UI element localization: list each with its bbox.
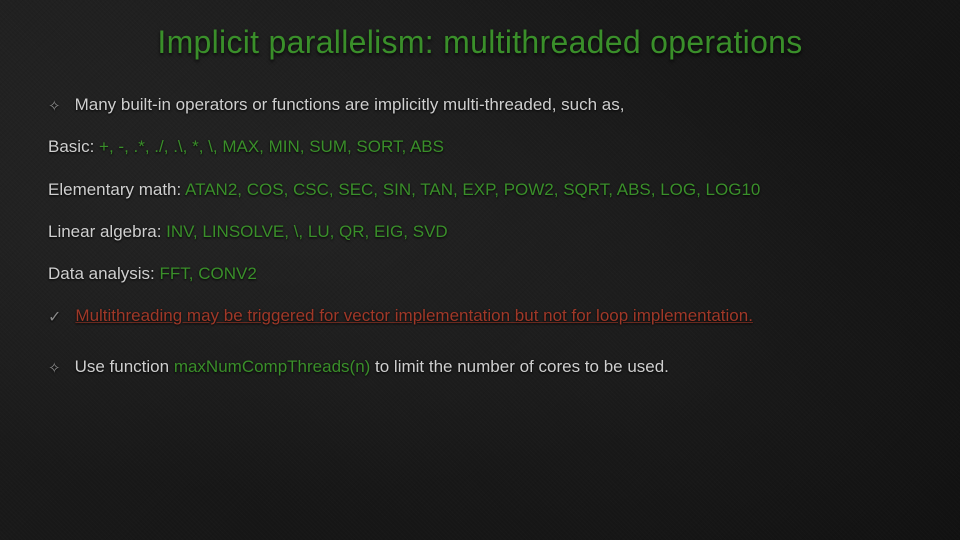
hint-post: to limit the number of cores to be used. [370,357,669,376]
hint-row: ✧ Use function maxNumCompThreads(n) to l… [48,351,912,383]
data-label: Data analysis: [48,264,160,283]
intro-text: Many built-in operators or functions are… [75,89,625,121]
bullet-diamond-icon: ✧ [48,93,61,122]
note-text: Multithreading may be triggered for vect… [75,300,753,332]
slide: Implicit parallelism: multithreaded oper… [0,0,960,540]
linalg-label: Linear algebra: [48,222,166,241]
basic-line: Basic: +, -, .*, ./, .\, *, \, MAX, MIN,… [48,131,912,163]
linalg-line: Linear algebra: INV, LINSOLVE, \, LU, QR… [48,216,912,248]
note-row: ✓ Multithreading may be triggered for ve… [48,300,912,332]
check-icon: ✓ [48,303,61,333]
linalg-ops: INV, LINSOLVE, \, LU, QR, EIG, SVD [166,222,448,241]
elem-ops: ATAN2, COS, CSC, SEC, SIN, TAN, EXP, POW… [185,180,760,199]
data-line: Data analysis: FFT, CONV2 [48,258,912,290]
hint-pre: Use function [75,357,174,376]
intro-row: ✧ Many built-in operators or functions a… [48,89,912,121]
hint-text: Use function maxNumCompThreads(n) to lim… [75,351,669,383]
elem-label: Elementary math: [48,180,185,199]
elem-line: Elementary math: ATAN2, COS, CSC, SEC, S… [48,174,912,206]
basic-ops: +, -, .*, ./, .\, *, \, MAX, MIN, SUM, S… [99,137,444,156]
data-ops: FFT, CONV2 [160,264,257,283]
bullet-diamond-icon: ✧ [48,355,61,384]
slide-title: Implicit parallelism: multithreaded oper… [48,24,912,61]
slide-body: ✧ Many built-in operators or functions a… [48,89,912,383]
hint-fn: maxNumCompThreads(n) [174,357,371,376]
basic-label: Basic: [48,137,99,156]
